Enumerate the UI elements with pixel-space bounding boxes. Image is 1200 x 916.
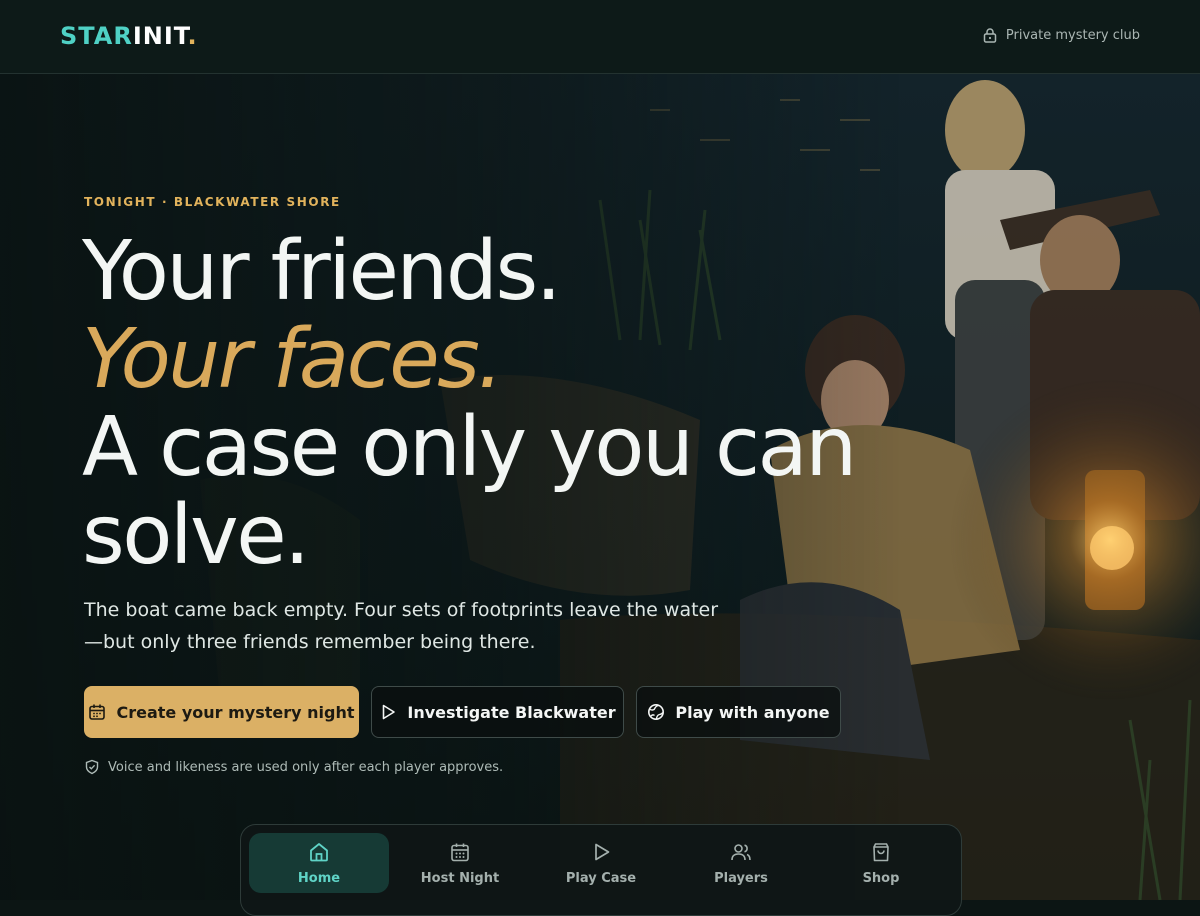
investigate-blackwater-label: Investigate Blackwater [407, 702, 616, 722]
calendar-icon [451, 843, 469, 861]
logo-dot: . [187, 22, 198, 50]
play-icon [595, 843, 610, 860]
bottom-navigation: Home Host Night Play Case Players Shop [240, 824, 962, 916]
hero-subtitle-line-1: The boat came back empty. Four sets of f… [84, 599, 719, 621]
users-icon [731, 843, 751, 860]
nav-item-shop[interactable]: Shop [811, 833, 951, 893]
nav-item-players[interactable]: Players [671, 833, 811, 893]
headline-line-3: A case only you can [82, 400, 857, 495]
logo-part-init: INIT [132, 22, 188, 50]
lock-icon [983, 28, 997, 43]
investigate-blackwater-button[interactable]: Investigate Blackwater [371, 686, 624, 738]
brand-logo[interactable]: STARINIT. [60, 22, 198, 50]
play-with-anyone-label: Play with anyone [675, 702, 830, 722]
home-icon [310, 842, 328, 861]
hero-subtitle: The boat came back empty. Four sets of f… [84, 594, 724, 658]
consent-text: Voice and likeness are used only after e… [108, 759, 504, 775]
hero-subtitle-line-2: —but only three friends remember being t… [84, 631, 536, 653]
nav-item-host-night[interactable]: Host Night [390, 833, 530, 893]
headline-line-4: solve. [82, 488, 310, 583]
headline-line-2: Your faces. [82, 312, 503, 407]
create-mystery-night-button[interactable]: Create your mystery night [84, 686, 359, 738]
nav-label-host-night: Host Night [420, 870, 500, 886]
nav-label-shop: Shop [862, 870, 900, 886]
create-mystery-night-label: Create your mystery night [116, 702, 355, 722]
hero-headline: Your friends. Your faces. A case only yo… [82, 228, 882, 580]
play-with-anyone-button[interactable]: Play with anyone [636, 686, 841, 738]
globe-icon [648, 704, 665, 720]
shield-check-icon [85, 759, 99, 775]
logo-part-star: STAR [60, 22, 133, 50]
bag-icon [873, 842, 889, 861]
nav-label-players: Players [714, 870, 768, 886]
nav-label-home: Home [297, 870, 341, 886]
private-club-label: Private mystery club [1005, 27, 1140, 43]
top-bar: STARINIT. Private mystery club [0, 0, 1200, 74]
calendar-icon [89, 704, 106, 720]
private-club-indicator: Private mystery club [982, 27, 1140, 43]
nav-item-play-case[interactable]: Play Case [531, 833, 671, 893]
consent-note: Voice and likeness are used only after e… [84, 759, 503, 775]
nav-label-play-case: Play Case [565, 870, 637, 886]
play-icon [383, 704, 396, 720]
headline-line-1: Your friends. [82, 224, 562, 319]
hero-eyebrow: TONIGHT · BLACKWATER SHORE [84, 195, 341, 209]
nav-item-home[interactable]: Home [249, 833, 389, 893]
